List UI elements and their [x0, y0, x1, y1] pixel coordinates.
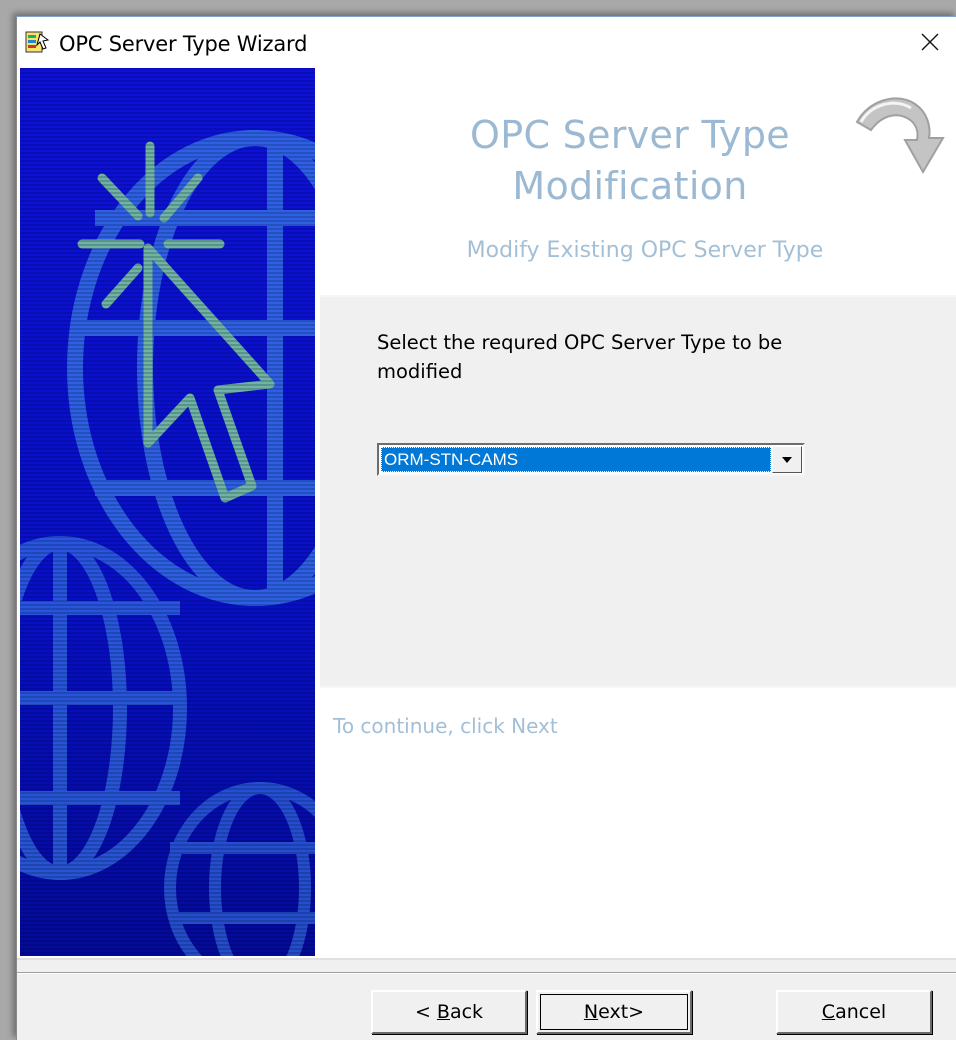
globe-cursor-artwork — [20, 68, 315, 956]
select-prompt-label: Select the requred OPC Server Type to be… — [377, 331, 783, 383]
curved-arrow-icon — [849, 82, 949, 182]
cancel-button[interactable]: Cancel — [776, 990, 932, 1034]
wizard-side-banner — [20, 68, 315, 956]
content-panel: Select the requred OPC Server Type to be… — [320, 295, 956, 688]
back-button[interactable]: < Back — [371, 990, 527, 1034]
page-title: OPC Server Type Modification — [385, 110, 875, 212]
wizard-header: OPC Server Type Modification Modify Exis… — [315, 68, 956, 304]
combobox-dropdown-button[interactable] — [772, 446, 802, 473]
triangle-down-icon — [781, 451, 793, 469]
page-title-line-2: Modification — [512, 164, 748, 208]
next-mnemonic: N — [583, 1001, 599, 1023]
combobox-selected-value[interactable]: ORM-STN-CAMS — [381, 447, 771, 472]
back-mnemonic: B — [436, 1001, 450, 1023]
close-button[interactable] — [907, 25, 953, 63]
wizard-app-icon — [25, 31, 51, 55]
close-icon — [920, 32, 940, 57]
button-bar: < Back Next> Cancel — [17, 958, 956, 1040]
back-button-rest: ack — [449, 1001, 484, 1023]
page-subtitle: Modify Existing OPC Server Type — [466, 238, 824, 263]
window-title: OPC Server Type Wizard — [59, 32, 308, 56]
title-bar: OPC Server Type Wizard — [17, 17, 956, 69]
cancel-button-rest: ancel — [835, 1001, 887, 1023]
continue-hint: To continue, click Next — [333, 714, 558, 738]
server-type-combobox[interactable]: ORM-STN-CAMS — [377, 443, 805, 476]
back-button-prefix: < — [414, 1001, 437, 1023]
page-title-line-1: OPC Server Type — [470, 113, 790, 157]
next-button-rest: ext> — [598, 1001, 645, 1023]
next-button[interactable]: Next> — [536, 990, 692, 1034]
wizard-window: OPC Server Type Wizard OPC Server Type M… — [16, 16, 956, 1040]
cancel-mnemonic: C — [821, 1001, 836, 1023]
